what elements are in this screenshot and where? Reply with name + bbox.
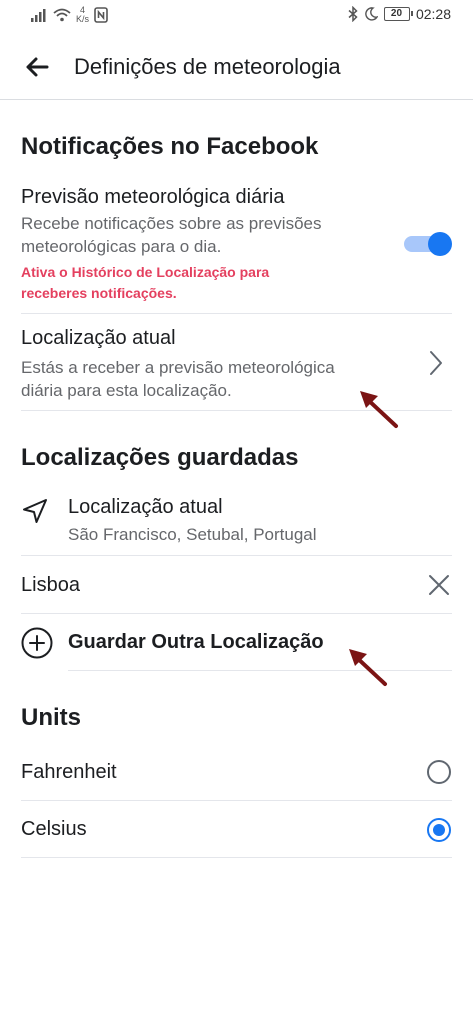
add-location-label: Guardar Outra Localização <box>68 631 324 653</box>
daily-forecast-description-1: Recebe notificações sobre as previsões <box>21 214 322 233</box>
divider <box>21 613 452 614</box>
app-header: Definições de meteorologia <box>0 34 473 100</box>
daily-forecast-title: Previsão meteorológica diária <box>21 186 285 208</box>
current-location-description-2: diária para esta localização. <box>21 381 232 400</box>
current-location-description-1: Estás a receber a previsão meteorológica <box>21 358 335 377</box>
page-title: Definições de meteorologia <box>74 54 341 79</box>
divider <box>21 555 452 556</box>
annotation-arrow-icon <box>349 649 387 686</box>
back-button[interactable] <box>22 52 52 82</box>
signal-icon <box>31 9 46 22</box>
arrow-left-icon <box>26 57 49 77</box>
radio-selected[interactable] <box>427 818 451 842</box>
battery-tip <box>410 11 413 16</box>
divider <box>21 800 452 801</box>
radio-unselected[interactable] <box>427 760 451 784</box>
chevron-right-icon <box>430 351 442 375</box>
location-history-warning-2: receberes notificações. <box>21 285 177 301</box>
close-icon[interactable] <box>427 573 451 597</box>
radio-dot <box>433 824 445 836</box>
section-title-notifications: Notificações no Facebook <box>21 133 319 160</box>
divider <box>21 857 452 858</box>
daily-forecast-toggle[interactable] <box>404 232 452 256</box>
battery-level: 20 <box>390 8 403 19</box>
clock: 02:28 <box>415 6 451 22</box>
saved-location-label: Lisboa <box>21 574 80 596</box>
section-title-units: Units <box>21 704 81 731</box>
toggle-knob <box>428 232 452 256</box>
location-history-warning-1: Ativa o Histórico de Localização para <box>21 264 270 280</box>
saved-current-location-subtitle: São Francisco, Setubal, Portugal <box>68 525 317 544</box>
section-title-saved-locations: Localizações guardadas <box>21 444 299 471</box>
divider <box>68 670 452 671</box>
bluetooth-icon <box>348 6 358 22</box>
plus-circle-icon <box>21 627 53 659</box>
moon-icon <box>365 7 378 21</box>
daily-forecast-description-2: meteorológicas para o dia. <box>21 237 222 256</box>
network-speed-unit: K/s <box>76 14 90 24</box>
annotation-arrow-icon <box>360 391 398 428</box>
divider <box>21 313 452 314</box>
status-left: 4 K/s <box>30 6 108 24</box>
nfc-icon <box>94 7 108 23</box>
status-bar: 4 K/s 20 02:28 <box>0 0 473 34</box>
navigation-arrow-icon <box>23 499 47 523</box>
saved-current-location-title: Localização atual <box>68 496 223 518</box>
unit-option-label: Fahrenheit <box>21 761 117 783</box>
network-speed: 4 K/s <box>76 6 89 24</box>
status-right: 20 02:28 <box>348 6 451 22</box>
unit-option-label: Celsius <box>21 818 87 840</box>
current-location-title: Localização atual <box>21 327 176 349</box>
wifi-icon <box>53 8 71 22</box>
battery-icon: 20 <box>383 7 413 21</box>
